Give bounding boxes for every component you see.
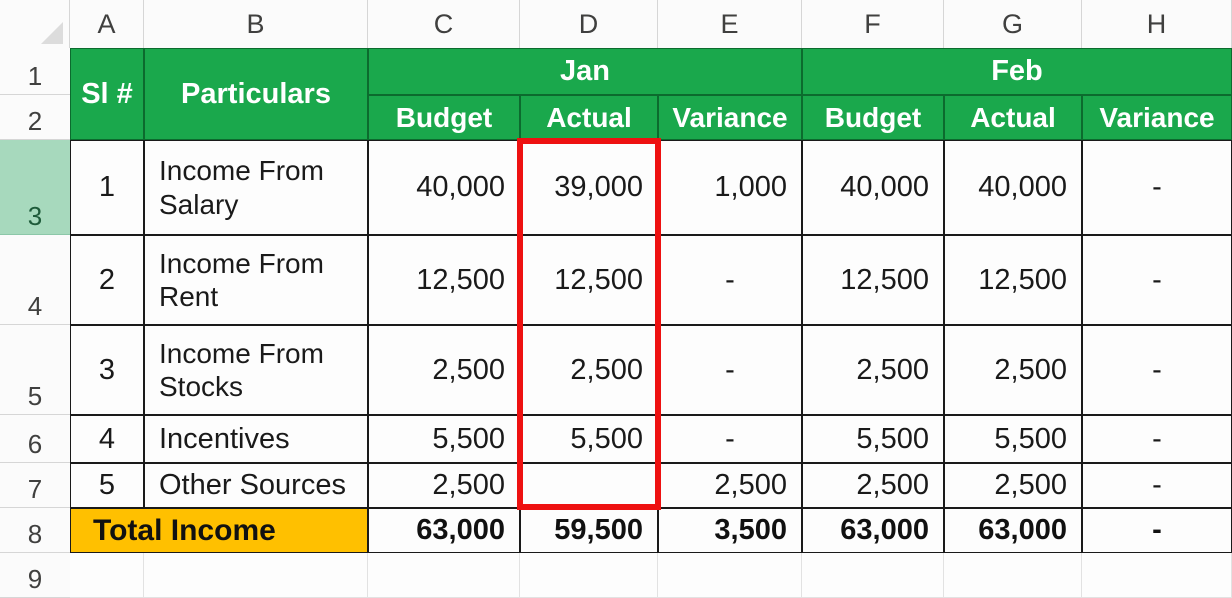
row-header-6[interactable]: 6 <box>0 415 70 463</box>
header-feb-variance[interactable]: Variance <box>1082 95 1232 140</box>
row-header-8[interactable]: 8 <box>0 508 70 553</box>
column-header-strip: A B C D E F G H <box>0 0 1232 48</box>
cell-total-feb-actual[interactable]: 63,000 <box>944 508 1082 553</box>
header-particulars[interactable]: Particulars <box>144 48 368 140</box>
row-header-strip: 1 2 3 4 5 6 7 8 9 <box>0 48 70 598</box>
cell-jan-budget-1[interactable]: 40,000 <box>368 140 520 235</box>
cell-c9[interactable] <box>368 553 520 598</box>
cell-particulars-4[interactable]: Incentives <box>144 415 368 463</box>
cell-f9[interactable] <box>802 553 944 598</box>
particulars-text-1: Income From Salary <box>159 155 324 220</box>
grid-body: Sl # Particulars Jan Feb Budget Actual V… <box>70 48 1232 598</box>
cell-jan-actual-3[interactable]: 2,500 <box>520 325 658 415</box>
cell-jan-variance-5[interactable]: 2,500 <box>658 463 802 508</box>
cell-feb-actual-5[interactable]: 2,500 <box>944 463 1082 508</box>
cell-feb-actual-3[interactable]: 2,500 <box>944 325 1082 415</box>
column-header-h[interactable]: H <box>1082 0 1232 48</box>
row-header-2[interactable]: 2 <box>0 95 70 140</box>
cell-total-jan-variance[interactable]: 3,500 <box>658 508 802 553</box>
cell-jan-variance-3[interactable]: - <box>658 325 802 415</box>
cell-total-feb-budget[interactable]: 63,000 <box>802 508 944 553</box>
cell-feb-actual-1[interactable]: 40,000 <box>944 140 1082 235</box>
cell-feb-variance-5[interactable]: - <box>1082 463 1232 508</box>
cell-total-label[interactable]: Total Income <box>70 508 368 553</box>
cell-feb-budget-2[interactable]: 12,500 <box>802 235 944 325</box>
cell-total-feb-variance[interactable]: - <box>1082 508 1232 553</box>
cell-jan-budget-2[interactable]: 12,500 <box>368 235 520 325</box>
cell-jan-actual-1[interactable]: 39,000 <box>520 140 658 235</box>
column-header-a[interactable]: A <box>70 0 144 48</box>
cell-jan-variance-4[interactable]: - <box>658 415 802 463</box>
cell-feb-budget-5[interactable]: 2,500 <box>802 463 944 508</box>
cell-d9[interactable] <box>520 553 658 598</box>
cell-feb-actual-4[interactable]: 5,500 <box>944 415 1082 463</box>
cell-sl-2[interactable]: 2 <box>70 235 144 325</box>
header-feb-budget[interactable]: Budget <box>802 95 944 140</box>
cell-feb-variance-2[interactable]: - <box>1082 235 1232 325</box>
cell-jan-actual-2[interactable]: 12,500 <box>520 235 658 325</box>
cell-g9[interactable] <box>944 553 1082 598</box>
cell-jan-variance-2[interactable]: - <box>658 235 802 325</box>
row-header-5[interactable]: 5 <box>0 325 70 415</box>
cell-a9[interactable] <box>70 553 144 598</box>
header-sl[interactable]: Sl # <box>70 48 144 140</box>
header-jan-variance[interactable]: Variance <box>658 95 802 140</box>
row-header-7[interactable]: 7 <box>0 463 70 508</box>
column-header-b[interactable]: B <box>144 0 368 48</box>
particulars-text-3: Income From Stocks <box>159 337 324 402</box>
header-jan-budget[interactable]: Budget <box>368 95 520 140</box>
cell-jan-budget-3[interactable]: 2,500 <box>368 325 520 415</box>
cell-particulars-2[interactable]: Income From Rent <box>144 235 368 325</box>
cell-particulars-5[interactable]: Other Sources <box>144 463 368 508</box>
column-header-g[interactable]: G <box>944 0 1082 48</box>
row-header-9[interactable]: 9 <box>0 553 70 598</box>
cell-particulars-1[interactable]: Income From Salary <box>144 140 368 235</box>
select-all-triangle-icon <box>41 22 63 44</box>
cell-h9[interactable] <box>1082 553 1232 598</box>
cell-jan-actual-5[interactable] <box>520 463 658 508</box>
cell-jan-budget-4[interactable]: 5,500 <box>368 415 520 463</box>
header-month-feb[interactable]: Feb <box>802 48 1232 95</box>
particulars-text-2: Income From Rent <box>159 247 324 312</box>
cell-total-jan-budget[interactable]: 63,000 <box>368 508 520 553</box>
cell-sl-1[interactable]: 1 <box>70 140 144 235</box>
cell-b9[interactable] <box>144 553 368 598</box>
cell-feb-budget-4[interactable]: 5,500 <box>802 415 944 463</box>
cell-feb-budget-3[interactable]: 2,500 <box>802 325 944 415</box>
cell-jan-budget-5[interactable]: 2,500 <box>368 463 520 508</box>
cell-e9[interactable] <box>658 553 802 598</box>
row-header-4[interactable]: 4 <box>0 235 70 325</box>
cell-sl-3[interactable]: 3 <box>70 325 144 415</box>
cell-feb-budget-1[interactable]: 40,000 <box>802 140 944 235</box>
cell-feb-variance-1[interactable]: - <box>1082 140 1232 235</box>
row-header-3[interactable]: 3 <box>0 140 70 235</box>
column-header-f[interactable]: F <box>802 0 944 48</box>
header-month-jan[interactable]: Jan <box>368 48 802 95</box>
column-header-d[interactable]: D <box>520 0 658 48</box>
header-feb-actual[interactable]: Actual <box>944 95 1082 140</box>
cell-jan-variance-1[interactable]: 1,000 <box>658 140 802 235</box>
cell-feb-variance-3[interactable]: - <box>1082 325 1232 415</box>
column-header-c[interactable]: C <box>368 0 520 48</box>
spreadsheet-grid: A B C D E F G H 1 2 3 4 5 6 7 8 9 Sl # P… <box>0 0 1232 598</box>
cell-sl-4[interactable]: 4 <box>70 415 144 463</box>
cell-particulars-3[interactable]: Income From Stocks <box>144 325 368 415</box>
row-header-1[interactable]: 1 <box>0 48 70 95</box>
cell-total-jan-actual[interactable]: 59,500 <box>520 508 658 553</box>
header-jan-actual[interactable]: Actual <box>520 95 658 140</box>
cell-feb-actual-2[interactable]: 12,500 <box>944 235 1082 325</box>
select-all-button[interactable] <box>0 0 70 48</box>
cell-feb-variance-4[interactable]: - <box>1082 415 1232 463</box>
cell-sl-5[interactable]: 5 <box>70 463 144 508</box>
column-header-e[interactable]: E <box>658 0 802 48</box>
cell-jan-actual-4[interactable]: 5,500 <box>520 415 658 463</box>
